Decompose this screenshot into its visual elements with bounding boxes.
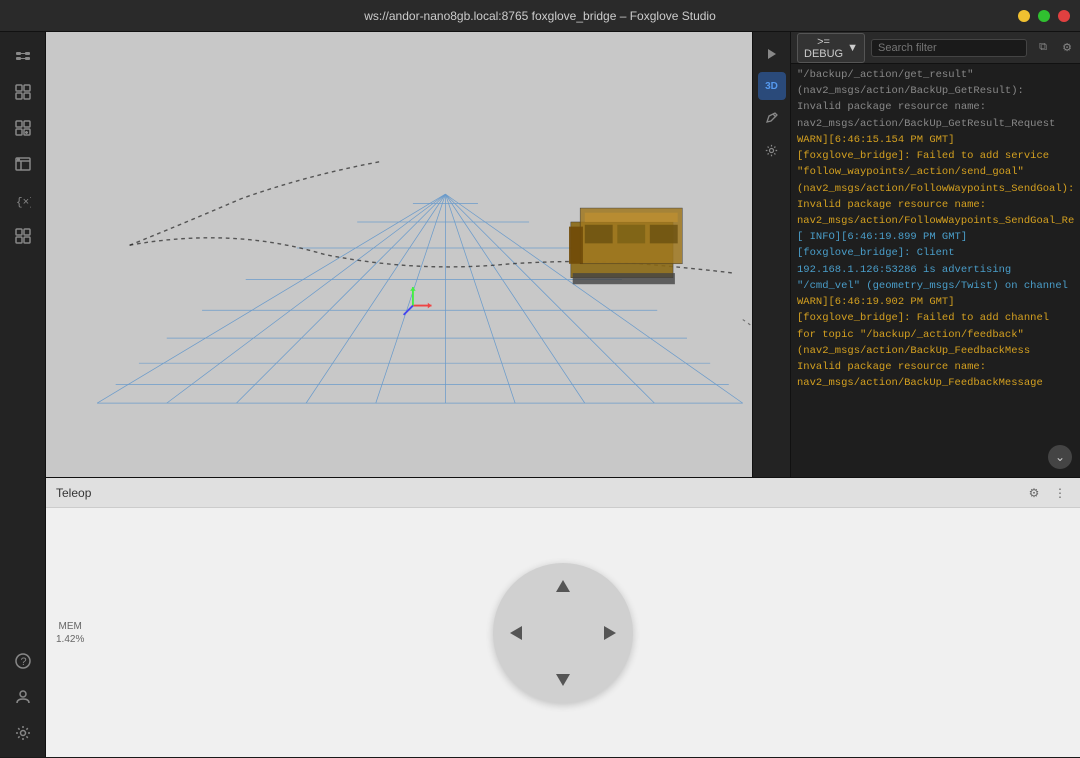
- mem-indicator: MEM 1.42%: [56, 620, 84, 646]
- right-tools-panel: 3D: [752, 32, 790, 477]
- log-scroll-down-button[interactable]: ⌄: [1048, 445, 1072, 469]
- sidebar-item-account[interactable]: [7, 681, 39, 713]
- window-controls: [1018, 10, 1070, 22]
- svg-text:?: ?: [20, 656, 26, 668]
- log-line: (nav2_msgs/action/FollowWaypoints_SendGo…: [797, 182, 1074, 197]
- sidebar-item-variables[interactable]: {×}: [7, 184, 39, 216]
- teleop-title: Teleop: [56, 486, 91, 500]
- titlebar: ws://andor-nano8gb.local:8765 foxglove_b…: [0, 0, 1080, 32]
- dpad-up-button[interactable]: [543, 567, 583, 607]
- log-line: WARN][6:46:15.154 PM GMT]: [797, 133, 1074, 148]
- log-settings-icon[interactable]: ⚙: [1057, 38, 1077, 58]
- log-line: [ INFO][6:46:19.899 PM GMT]: [797, 230, 1074, 245]
- log-line: Invalid package resource name:: [797, 100, 1074, 115]
- log-line: [foxglove_bridge]: Failed to add channel: [797, 311, 1074, 326]
- 3d-tool-icon[interactable]: 3D: [758, 72, 786, 100]
- left-sidebar: {×} ?: [0, 32, 46, 757]
- log-search-input[interactable]: [871, 39, 1027, 57]
- log-line: "/cmd_vel" (geometry_msgs/Twist) on chan…: [797, 279, 1074, 294]
- teleop-header: Teleop ⚙ ⋮: [46, 478, 1080, 508]
- log-line: nav2_msgs/action/BackUp_GetResult_Reques…: [797, 117, 1074, 132]
- log-line: "follow_waypoints/_action/send_goal": [797, 165, 1074, 180]
- svg-text:{×}: {×}: [16, 197, 31, 208]
- maximize-button[interactable]: [1038, 10, 1050, 22]
- teleop-panel: Teleop ⚙ ⋮ MEM 1.42%: [46, 478, 1080, 757]
- mem-value: 1.42%: [56, 633, 84, 646]
- play-tool-icon[interactable]: [758, 40, 786, 68]
- log-line: (nav2_msgs/action/BackUp_FeedbackMess: [797, 344, 1074, 359]
- sidebar-item-panel-settings[interactable]: [7, 148, 39, 180]
- log-content[interactable]: "/backup/_action/get_result"(nav2_msgs/a…: [791, 64, 1080, 477]
- settings-tool-icon[interactable]: [758, 136, 786, 164]
- 3d-grid: [46, 32, 752, 477]
- close-button[interactable]: [1058, 10, 1070, 22]
- log-line: for topic "/backup/_action/feedback": [797, 328, 1074, 343]
- log-line: nav2_msgs/action/BackUp_FeedbackMessage: [797, 376, 1074, 391]
- log-line: (nav2_msgs/action/BackUp_GetResult):: [797, 84, 1074, 99]
- dpad-controller: [493, 563, 633, 703]
- mem-label: MEM: [56, 620, 84, 633]
- log-level-button[interactable]: >= DEBUG ▼: [797, 33, 865, 63]
- log-line: [foxglove_bridge]: Client: [797, 246, 1074, 261]
- log-toolbar-icons: ⧉ ⚙ ⋮: [1033, 38, 1080, 58]
- sidebar-item-connection[interactable]: [7, 40, 39, 72]
- sidebar-item-settings[interactable]: [7, 717, 39, 749]
- pencil-tool-icon[interactable]: [758, 104, 786, 132]
- sidebar-item-layout[interactable]: [7, 76, 39, 108]
- teleop-header-icons: ⚙ ⋮: [1024, 483, 1070, 503]
- log-toolbar: >= DEBUG ▼ ⧉ ⚙ ⋮: [791, 32, 1080, 64]
- sidebar-item-extensions[interactable]: [7, 220, 39, 252]
- content-area: 3D: [46, 32, 1080, 757]
- log-panel: >= DEBUG ▼ ⧉ ⚙ ⋮ "/backup/_action/get_re…: [790, 32, 1080, 477]
- log-level-chevron: ▼: [847, 42, 858, 54]
- main-layout: {×} ?: [0, 32, 1080, 757]
- log-line: Invalid package resource name:: [797, 360, 1074, 375]
- window-title: ws://andor-nano8gb.local:8765 foxglove_b…: [364, 9, 716, 23]
- bottom-panel: Teleop ⚙ ⋮ MEM 1.42%: [46, 477, 1080, 757]
- 3d-viewport[interactable]: 3D: [46, 32, 752, 477]
- sidebar-item-help[interactable]: ?: [7, 645, 39, 677]
- dpad-left-button[interactable]: [497, 613, 537, 653]
- log-line: "/backup/_action/get_result": [797, 68, 1074, 83]
- log-copy-icon[interactable]: ⧉: [1033, 38, 1053, 58]
- top-panel: 3D: [46, 32, 1080, 477]
- log-line: [foxglove_bridge]: Failed to add service: [797, 149, 1074, 164]
- log-scroll-wrapper: "/backup/_action/get_result"(nav2_msgs/a…: [791, 64, 1080, 477]
- log-level-label: >= DEBUG: [804, 36, 843, 60]
- dpad-down-button[interactable]: [543, 659, 583, 699]
- sidebar-item-add-panel[interactable]: [7, 112, 39, 144]
- log-line: 192.168.1.126:53286 is advertising: [797, 263, 1074, 278]
- teleop-settings-icon[interactable]: ⚙: [1024, 483, 1044, 503]
- teleop-body: MEM 1.42%: [46, 508, 1080, 758]
- log-line: Invalid package resource name:: [797, 198, 1074, 213]
- teleop-more-icon[interactable]: ⋮: [1050, 483, 1070, 503]
- dpad-right-button[interactable]: [589, 613, 629, 653]
- log-line: nav2_msgs/action/FollowWaypoints_SendGoa…: [797, 214, 1074, 229]
- minimize-button[interactable]: [1018, 10, 1030, 22]
- log-line: WARN][6:46:19.902 PM GMT]: [797, 295, 1074, 310]
